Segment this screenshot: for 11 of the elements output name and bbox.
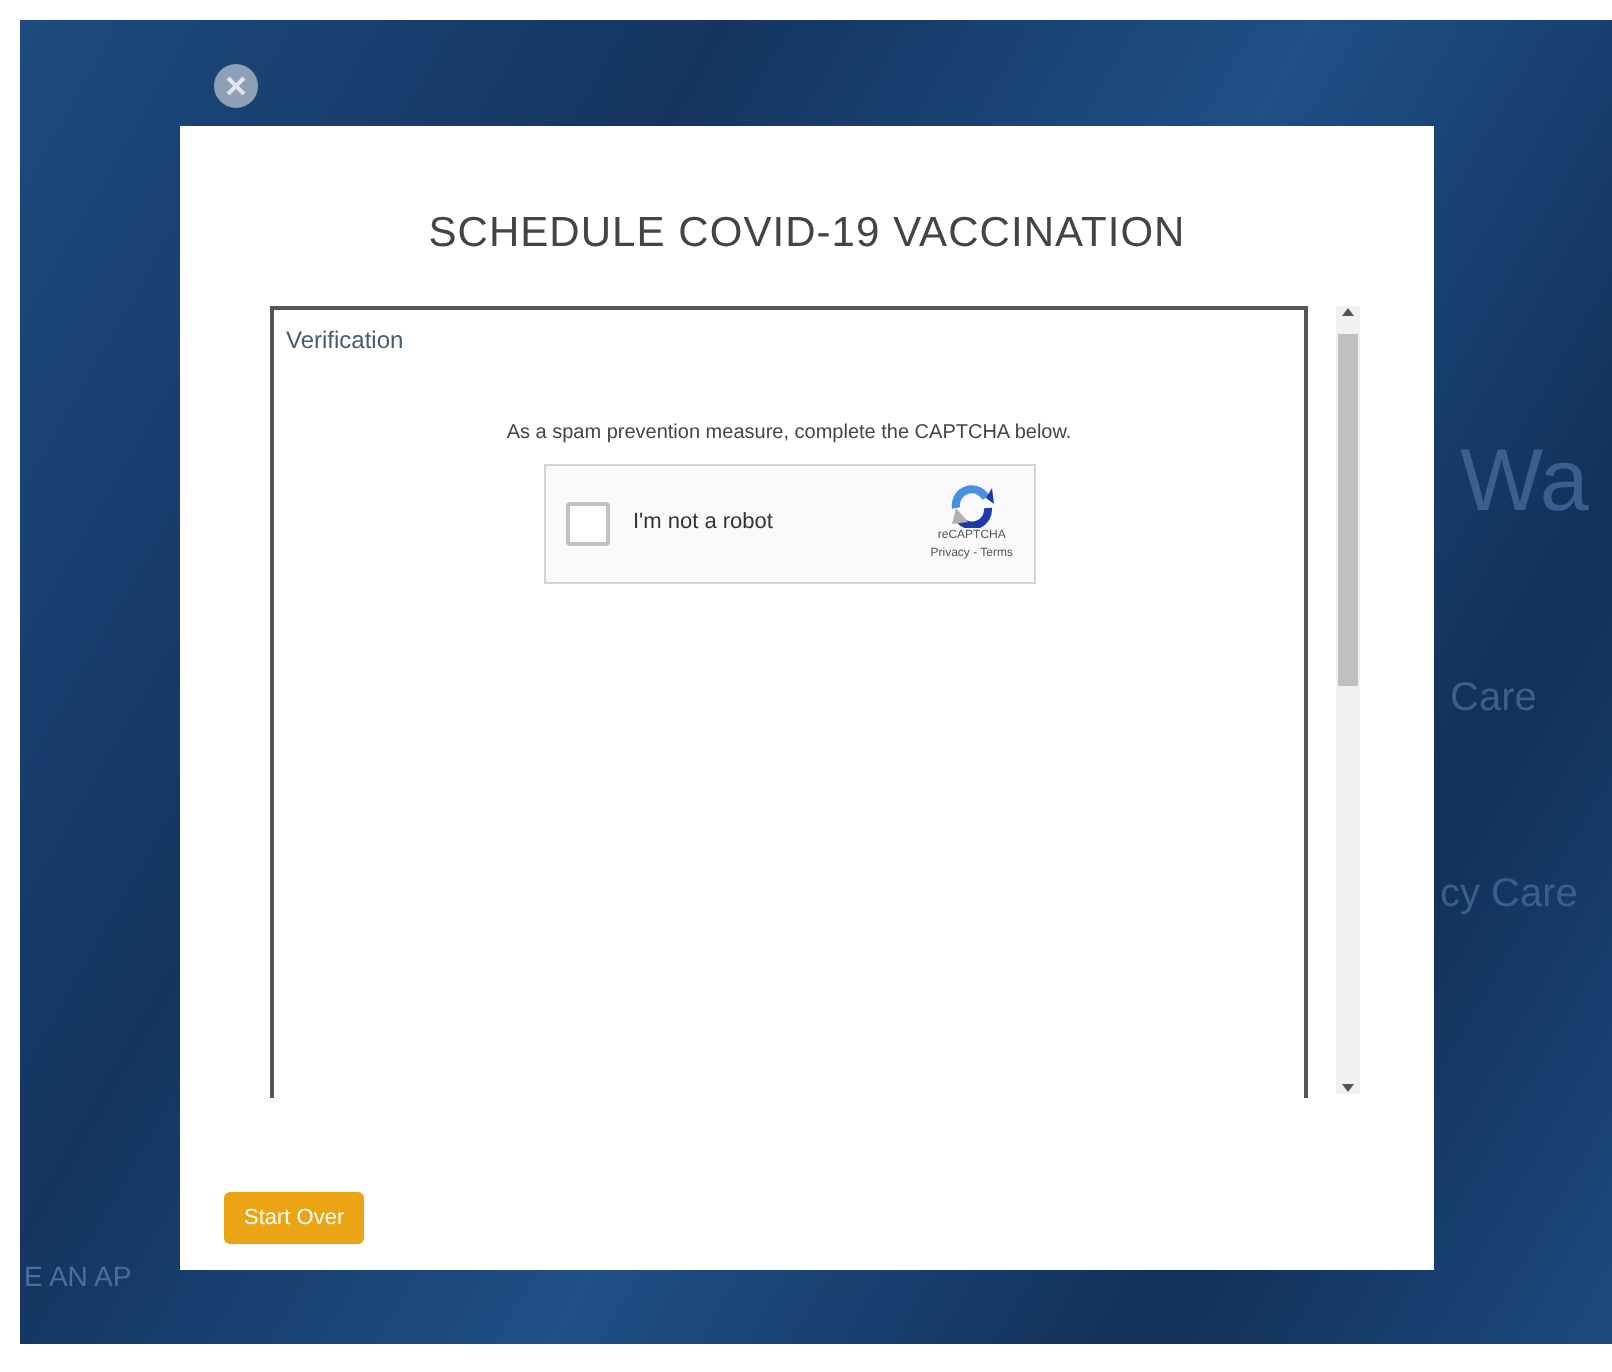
close-icon bbox=[226, 76, 246, 96]
recaptcha-logo-icon bbox=[947, 483, 996, 527]
instruction-text: As a spam prevention measure, complete the CAPTCHA below. bbox=[506, 419, 1072, 447]
section-title: Verification bbox=[286, 323, 404, 357]
scroll-down-icon[interactable] bbox=[1342, 1081, 1354, 1093]
captcha-checkbox[interactable] bbox=[565, 501, 609, 545]
modal-title: SCHEDULE COVID-19 VACCINATION bbox=[426, 208, 1188, 260]
captcha-label: I'm not a robot bbox=[633, 508, 773, 539]
scrollbar[interactable] bbox=[1336, 305, 1360, 1093]
scrollbar-thumb[interactable] bbox=[1338, 333, 1358, 685]
scroll-up-icon[interactable] bbox=[1342, 305, 1354, 317]
